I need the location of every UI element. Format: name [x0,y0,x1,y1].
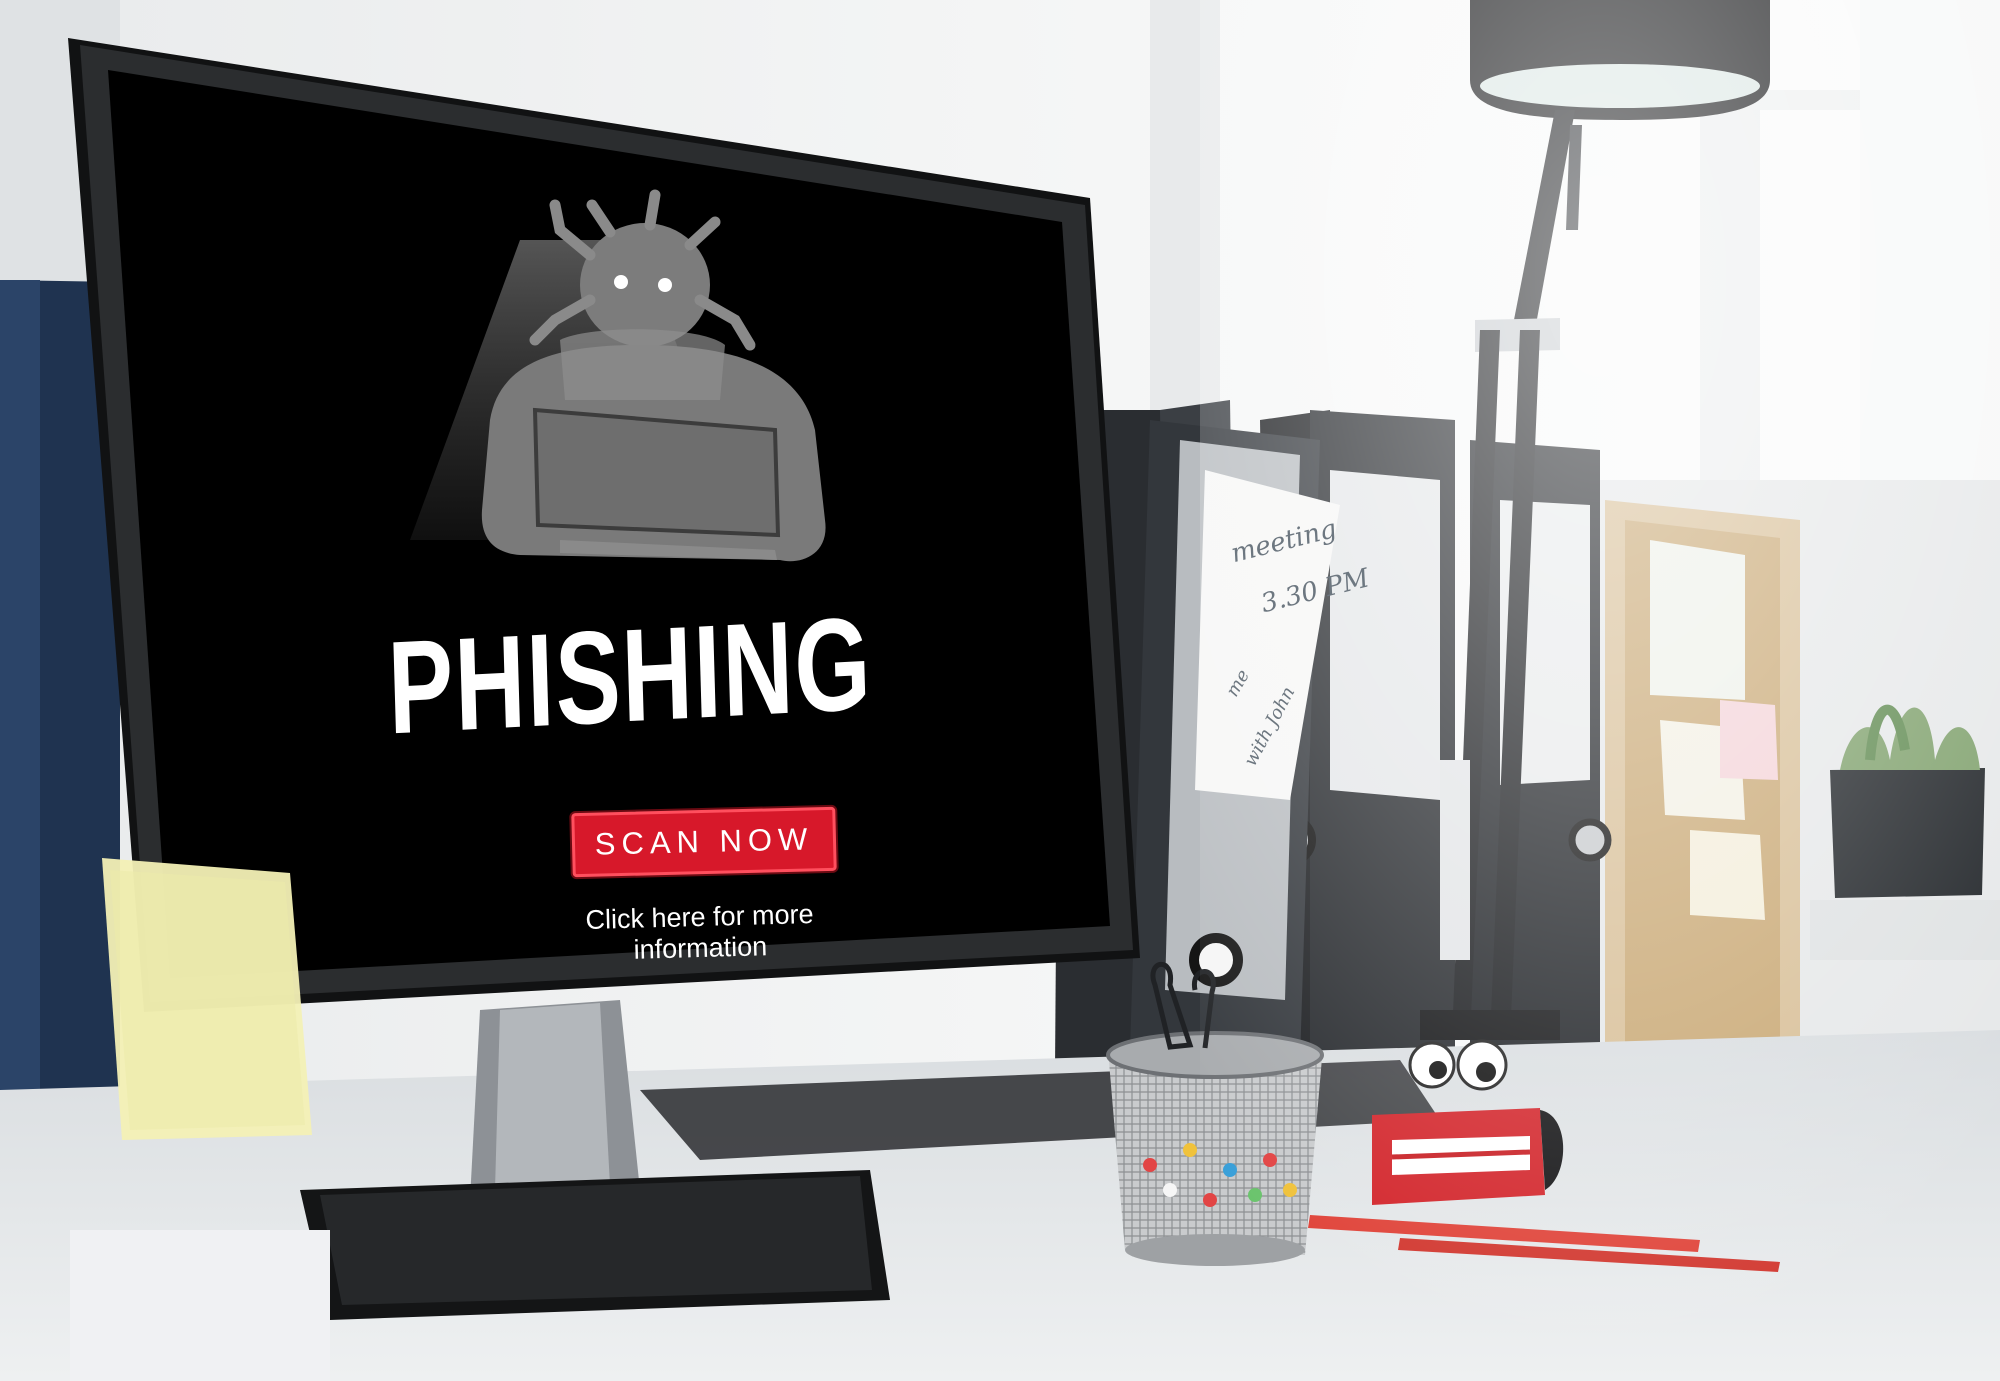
office-desk-photo [0,0,2000,1381]
scene-illustration [0,0,2000,1381]
more-information-link[interactable]: Click here for more information [534,898,866,969]
scan-now-button[interactable]: SCAN NOW [571,806,837,878]
